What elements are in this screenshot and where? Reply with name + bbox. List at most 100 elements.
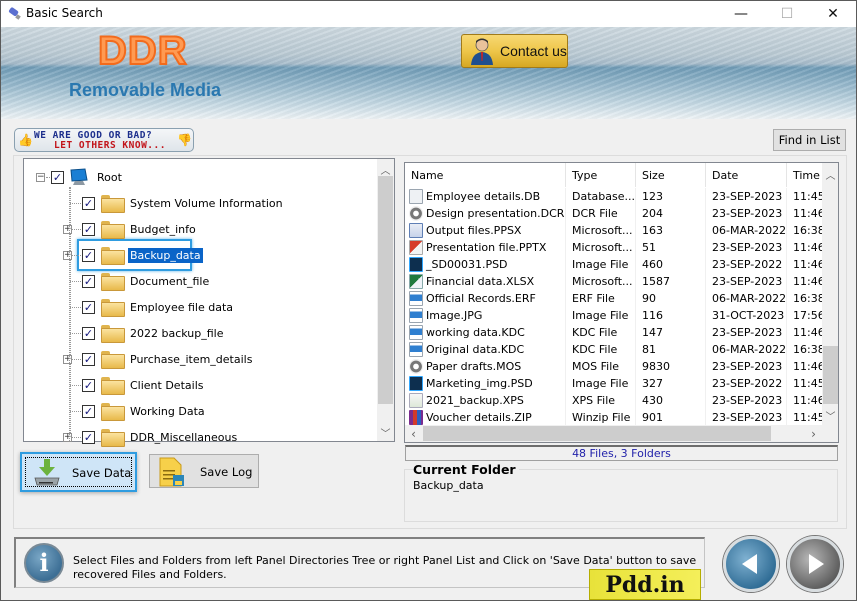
file-row[interactable]: Official Records.ERF ERF File 90 06-MAR-202… <box>405 290 823 307</box>
close-button[interactable]: ✕ <box>810 1 856 27</box>
file-size-cell: 1587 <box>636 273 706 290</box>
tree-node-checkbox[interactable]: ✓ <box>82 248 95 262</box>
file-type-cell: MOS File <box>566 358 636 375</box>
tree-node[interactable]: ✓ Employee file data <box>82 297 235 317</box>
tree-node-checkbox[interactable]: ✓ <box>82 404 95 418</box>
file-type-cell: KDC File <box>566 324 636 341</box>
tree-node[interactable]: ✓ Purchase_item_details <box>82 349 254 369</box>
tree-node[interactable]: ✓ Backup_data <box>82 245 203 265</box>
file-name-text: working data.KDC <box>426 326 525 339</box>
tree-node-checkbox[interactable]: ✓ <box>82 378 95 392</box>
file-row[interactable]: Marketing_img.PSD Image File 327 23-SEP-202… <box>405 375 823 392</box>
collapse-icon[interactable]: − <box>36 172 45 182</box>
file-name-text: Employee details.DB <box>426 190 541 203</box>
list-scroll-right-icon[interactable]: › <box>805 427 822 441</box>
rate-us-badge[interactable]: 👍 WE ARE GOOD OR BAD? LET OTHERS KNOW...… <box>14 128 194 152</box>
list-horizontal-scrollbar[interactable]: ‹ › <box>405 425 822 442</box>
file-row[interactable]: 2021_backup.XPS XPS File 430 23-SEP-2023 11:… <box>405 392 823 409</box>
tree-node-label: Purchase_item_details <box>130 352 253 366</box>
save-data-button[interactable]: Save Data <box>20 452 137 492</box>
excel-icon <box>409 274 423 289</box>
tree-scroll-thumb[interactable] <box>378 176 393 404</box>
image-file-icon <box>409 325 423 340</box>
expand-icon[interactable]: + <box>63 225 72 234</box>
file-date-cell: 23-SEP-2023 <box>706 205 787 222</box>
expand-icon[interactable]: + <box>63 251 72 260</box>
file-date-cell: 06-MAR-2022 <box>706 222 787 239</box>
tree-connector <box>70 307 81 308</box>
image-file-icon <box>409 308 423 323</box>
tree-node[interactable]: ✓ Budget_info <box>82 219 198 239</box>
file-row[interactable]: Image.JPG Image File 116 31-OCT-2023 17:56 <box>405 307 823 324</box>
maximize-button[interactable]: ☐ <box>764 1 810 27</box>
column-header-time[interactable]: Time <box>787 163 823 187</box>
product-subtitle: Removable Media <box>69 80 222 100</box>
next-arrow-icon <box>809 554 824 574</box>
scroll-down-icon[interactable]: ﹀ <box>377 425 394 440</box>
file-row[interactable]: working data.KDC KDC File 147 23-SEP-2023 11… <box>405 324 823 341</box>
column-header-date[interactable]: Date <box>706 163 787 187</box>
file-row[interactable]: Output files.PPSX Microsoft... 163 06-MAR-2… <box>405 222 823 239</box>
file-row[interactable]: Presentation file.PPTX Microsoft... 51 23-S… <box>405 239 823 256</box>
expand-icon[interactable]: + <box>63 433 72 442</box>
list-scroll-up-icon[interactable]: ︿ <box>822 167 838 182</box>
tree-node-root[interactable]: − ✓ Root <box>36 167 124 187</box>
file-list[interactable]: Name Type Size Date Time Employee detail… <box>404 162 839 443</box>
app-window: Basic Search — ☐ ✕ DDR Removable Media C… <box>0 0 857 601</box>
file-row[interactable]: Paper drafts.MOS MOS File 9830 23-SEP-2023 1… <box>405 358 823 375</box>
save-log-button[interactable]: Save Log <box>149 454 259 488</box>
tree-node[interactable]: ✓ Client Details <box>82 375 205 395</box>
list-hscroll-thumb[interactable] <box>423 426 771 441</box>
next-button[interactable] <box>787 536 843 592</box>
column-header-size[interactable]: Size <box>636 163 706 187</box>
file-row[interactable]: Employee details.DB Database... 123 23-SEP-… <box>405 188 823 205</box>
file-row[interactable]: Voucher details.ZIP Winzip File 901 23-SEP-… <box>405 409 823 426</box>
xps-file-icon <box>409 393 423 408</box>
tree-vertical-scrollbar[interactable]: ︿ ﹀ <box>377 159 394 441</box>
tree-node[interactable]: ✓ Document_file <box>82 271 211 291</box>
tree-node[interactable]: ✓ Working Data <box>82 401 207 421</box>
tree-node-checkbox[interactable]: ✓ <box>82 352 95 366</box>
computer-icon <box>70 168 88 185</box>
tree-node-checkbox[interactable]: ✓ <box>82 222 95 236</box>
back-button[interactable] <box>723 536 779 592</box>
winzip-icon <box>409 410 423 425</box>
list-vertical-scrollbar[interactable]: ︿ ﹀ <box>822 163 838 425</box>
rate-line-2: LET OTHERS KNOW... <box>54 140 166 151</box>
tree-node[interactable]: ✓ 2022 backup_file <box>82 323 226 343</box>
tree-node-label: DDR_Miscellaneous <box>130 430 238 444</box>
file-time-cell: 11:46 <box>787 239 823 256</box>
contact-us-button[interactable]: Contact us <box>461 34 568 68</box>
list-vscroll-thumb[interactable] <box>823 346 838 404</box>
expand-icon[interactable]: + <box>63 355 72 364</box>
tree-node-checkbox[interactable]: ✓ <box>82 196 95 210</box>
tree-node[interactable]: ✓ DDR_Miscellaneous <box>82 427 239 447</box>
image-file-icon <box>409 342 423 357</box>
file-time-cell: 11:45 <box>787 409 823 426</box>
file-name-cell: Original data.KDC <box>405 341 566 358</box>
tree-node-checkbox[interactable]: ✓ <box>82 326 95 340</box>
tree-node-checkbox[interactable]: ✓ <box>82 430 95 444</box>
file-row[interactable]: _SD00031.PSD Image File 460 23-SEP-2022 11:4… <box>405 256 823 273</box>
column-header-type[interactable]: Type <box>566 163 636 187</box>
tree-node-checkbox[interactable]: ✓ <box>82 274 95 288</box>
person-icon <box>471 38 493 65</box>
folder-icon <box>101 429 125 447</box>
file-row[interactable]: Original data.KDC KDC File 81 06-MAR-2022 16… <box>405 341 823 358</box>
root-checkbox[interactable]: ✓ <box>51 170 64 184</box>
tree-node[interactable]: ✓ System Volume Information <box>82 193 285 213</box>
file-row[interactable]: Financial data.XLSX Microsoft... 1587 23-SE… <box>405 273 823 290</box>
list-scroll-down-icon[interactable]: ﹀ <box>822 408 838 423</box>
minimize-button[interactable]: — <box>718 1 764 27</box>
file-time-cell: 11:45 <box>787 188 823 205</box>
scroll-up-icon[interactable]: ︿ <box>377 162 394 177</box>
file-size-cell: 460 <box>636 256 706 273</box>
file-type-cell: Image File <box>566 256 636 273</box>
file-date-cell: 23-SEP-2023 <box>706 409 787 426</box>
column-header-name[interactable]: Name <box>405 163 566 187</box>
tree-node-checkbox[interactable]: ✓ <box>82 300 95 314</box>
file-row[interactable]: Design presentation.DCR DCR File 204 23-SEP… <box>405 205 823 222</box>
find-in-list-button[interactable]: Find in List <box>773 129 846 151</box>
list-scroll-left-icon[interactable]: ‹ <box>405 427 422 441</box>
file-type-cell: Microsoft... <box>566 239 636 256</box>
